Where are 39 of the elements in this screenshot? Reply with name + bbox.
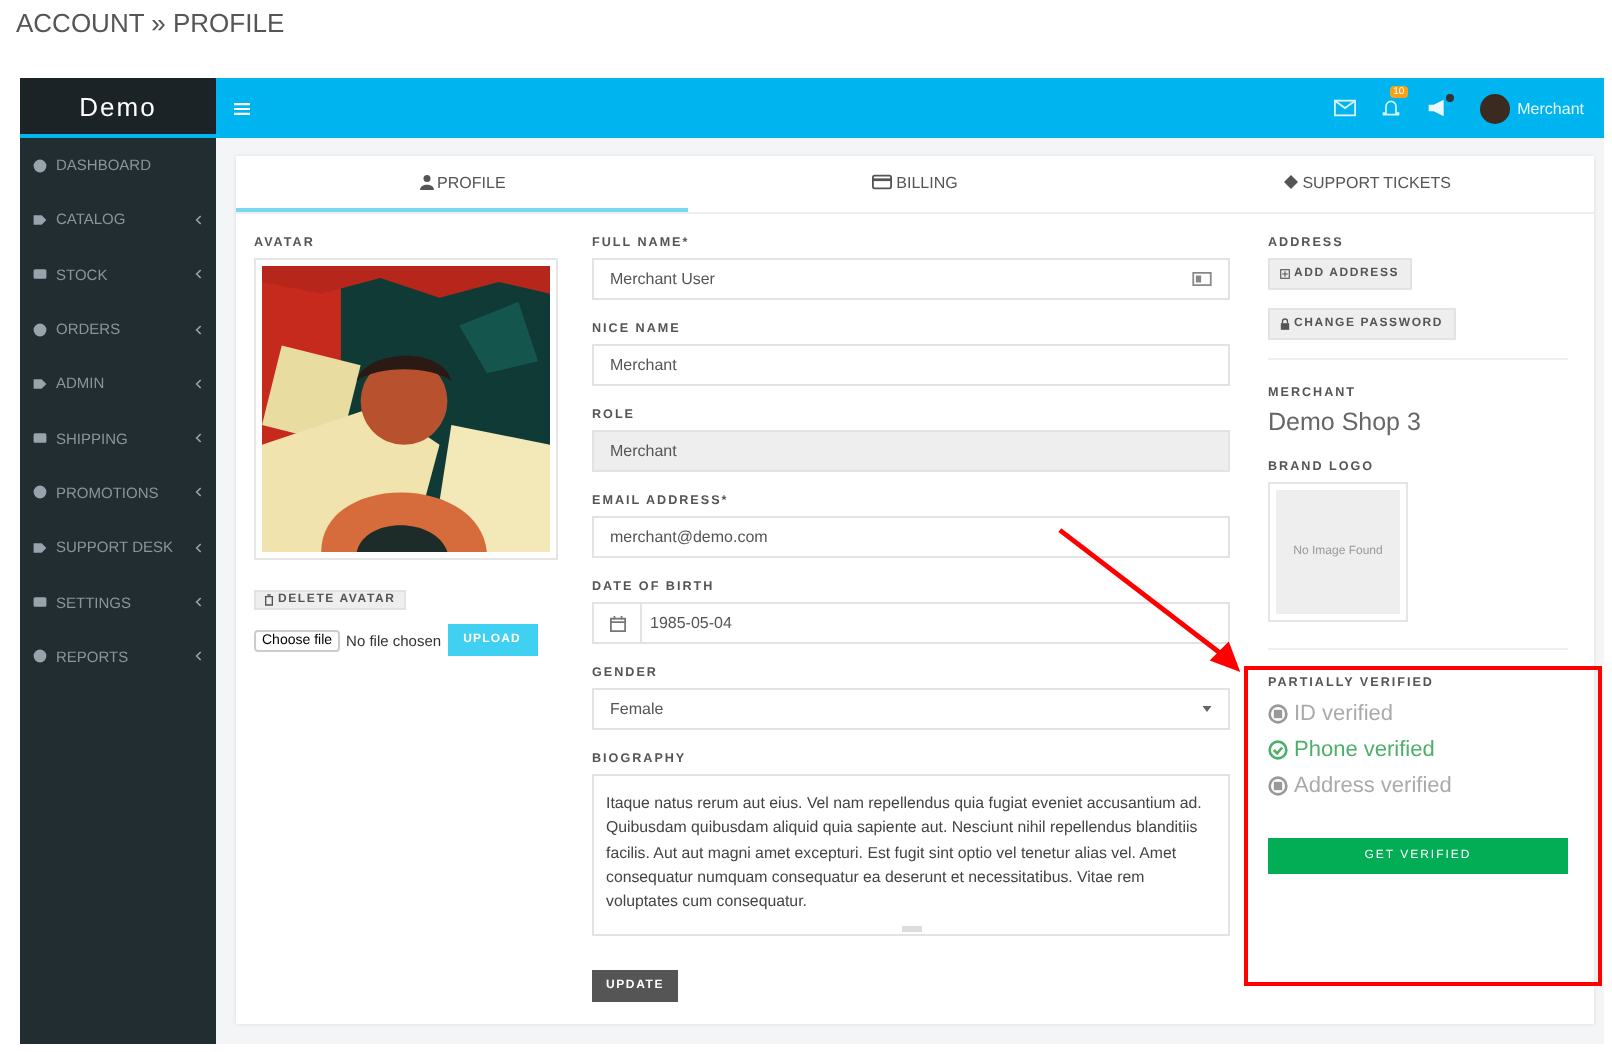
caret-icon: [1202, 706, 1212, 712]
user-avatar[interactable]: [1479, 93, 1510, 123]
lock-icon: [1280, 318, 1290, 330]
verification-item: Phone verified: [1294, 738, 1435, 762]
menu-item-icon: [32, 594, 48, 611]
input-field: Merchant: [592, 430, 1230, 472]
menu-item-icon: [32, 157, 48, 174]
credit-card-icon: [872, 174, 893, 190]
menu-item-icon: [32, 484, 48, 501]
menu-item-icon: [32, 539, 48, 556]
tab[interactable]: SUPPORT TICKETS: [1141, 156, 1594, 212]
menu-icon[interactable]: [234, 101, 250, 115]
breadcrumb: ACCOUNT » PROFILE: [14, 6, 287, 42]
input-field[interactable]: Merchant User: [592, 258, 1230, 300]
menu-item-icon: [32, 648, 48, 665]
tab[interactable]: BILLING: [688, 156, 1142, 212]
shop-name: Demo Shop 3: [1268, 408, 1423, 436]
menu-item-icon: [32, 321, 48, 338]
plus-square-icon: [1280, 268, 1290, 280]
menu-item-icon: [32, 266, 48, 283]
id-card-icon: [1192, 272, 1212, 286]
megaphone-icon[interactable]: [1425, 98, 1448, 118]
envelope-icon[interactable]: [1333, 98, 1356, 118]
tab[interactable]: PROFILE: [236, 156, 689, 212]
date-field[interactable]: 1985-05-04: [592, 602, 1230, 644]
menu-item-icon: [32, 430, 48, 447]
calendar-icon: [609, 615, 625, 631]
input-field[interactable]: merchant@demo.com: [592, 516, 1230, 558]
input-field[interactable]: Merchant: [592, 344, 1230, 386]
menu-item-icon: [32, 211, 48, 228]
select-field[interactable]: Female: [592, 688, 1230, 730]
verification-item: ID verified: [1294, 702, 1394, 726]
ticket-icon: [1284, 174, 1299, 190]
trash-icon: [264, 594, 274, 606]
user-icon: [419, 174, 434, 190]
verification-item: Address verified: [1294, 774, 1452, 798]
brand-logo-text: Demo: [20, 78, 216, 138]
bell-icon[interactable]: [1379, 98, 1402, 118]
menu-item-icon: [32, 375, 48, 392]
